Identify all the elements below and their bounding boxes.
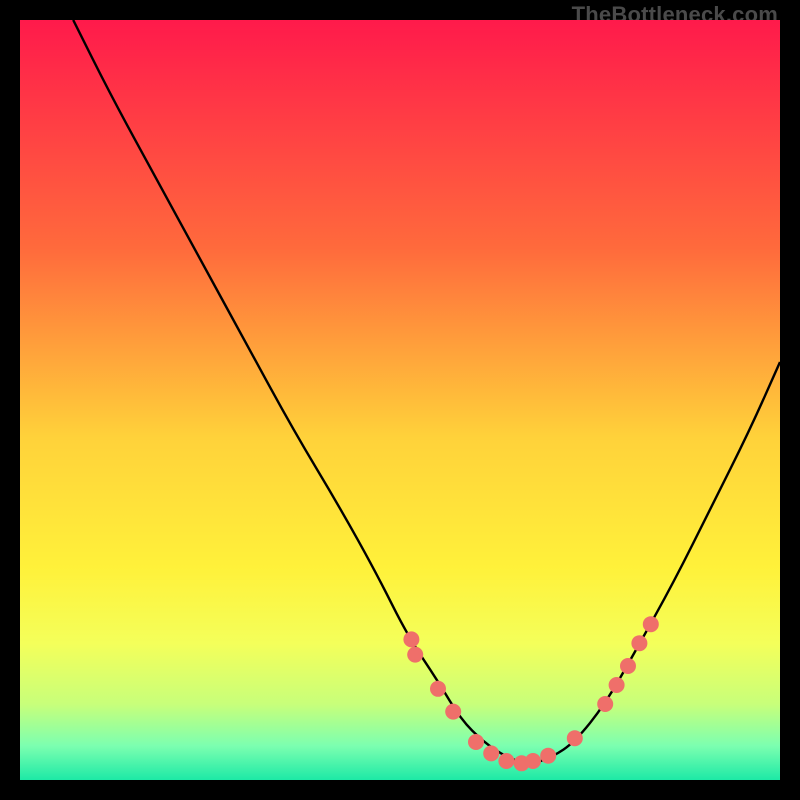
highlight-dot [609,677,625,693]
highlight-dot [631,635,647,651]
chart-svg [20,20,780,780]
chart-frame: TheBottleneck.com [0,0,800,800]
highlight-dot [445,704,461,720]
highlight-dot [567,730,583,746]
plot-area [20,20,780,780]
highlight-dot [403,631,419,647]
highlight-dot [525,753,541,769]
highlight-dot [430,681,446,697]
highlight-dot [468,734,484,750]
highlight-dot [540,748,556,764]
highlight-dot [498,753,514,769]
highlight-dot [483,745,499,761]
highlight-dot [620,658,636,674]
highlight-dot [643,616,659,632]
highlight-dot [597,696,613,712]
highlight-dot [407,647,423,663]
gradient-background [20,20,780,780]
